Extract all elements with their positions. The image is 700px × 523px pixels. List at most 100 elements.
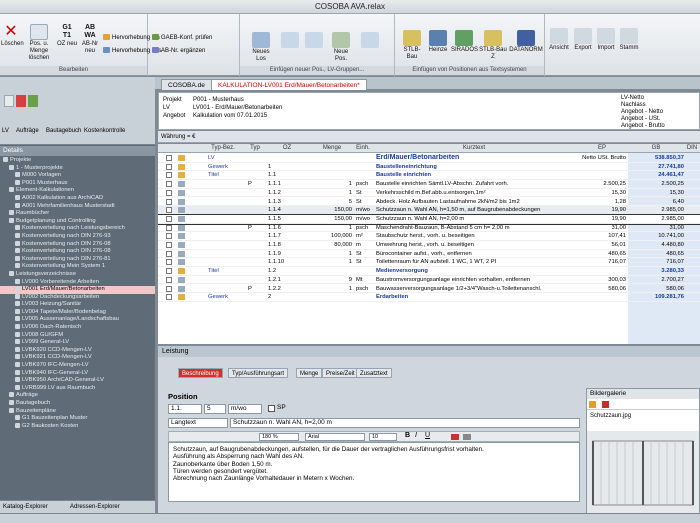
row-checkbox[interactable]	[166, 294, 172, 301]
table-row[interactable]: 1.1.9 1 St Bürocontainer aufst., vorh., ent…	[158, 250, 700, 259]
tree-node[interactable]: LVBK920 CCD-Mengen-LV	[0, 346, 155, 355]
tree-node[interactable]: LV000 Vorbereitende Arbeiten	[0, 278, 155, 287]
tree-node[interactable]: A002 Kalkulation aus ArchiCAD	[0, 194, 155, 203]
align-left-icon[interactable]	[451, 434, 459, 440]
row-checkbox[interactable]	[166, 198, 172, 205]
row-checkbox[interactable]	[166, 172, 172, 179]
einheit-field[interactable]: m/wo	[228, 404, 262, 414]
tree-node[interactable]: LV002 Dachdeckungsarbeiten	[0, 293, 155, 302]
langtext-select[interactable]: Langtext	[168, 418, 228, 428]
lp-icon-a[interactable]	[4, 95, 14, 107]
tree-node[interactable]: Kostenverteilung nach DIN 276-93	[0, 232, 155, 241]
tab-beschreibung[interactable]: Beschreibung	[178, 368, 223, 378]
col-oz[interactable]: OZ	[268, 144, 306, 153]
table-row[interactable]: 1.1.5 150,00 m/wo Schutzzaun n. Wahl AN, h=…	[158, 213, 700, 225]
stlb-button[interactable]: STLB-Bau	[399, 30, 425, 61]
import-menu[interactable]: Import	[596, 28, 616, 52]
tab-menge[interactable]: Menge	[296, 368, 323, 378]
row-checkbox[interactable]	[166, 285, 172, 292]
row-checkbox[interactable]	[166, 242, 172, 248]
tab-zusatztext[interactable]: Zusatztext	[356, 368, 392, 378]
table-row[interactable]: LV Erd/Mauer/Betonarbeiten Netto USt. Brut…	[158, 154, 700, 163]
oz2-field[interactable]: 5	[204, 404, 226, 414]
oz-field[interactable]: 1.1.	[168, 404, 202, 414]
row-checkbox[interactable]	[166, 155, 172, 161]
tree-node[interactable]: LV003 Heizung/Sanitär	[0, 301, 155, 309]
lp-icon-b[interactable]	[16, 95, 26, 107]
size-select[interactable]: 10	[369, 433, 397, 441]
tree-node[interactable]: Raumbücher	[0, 210, 155, 218]
table-row[interactable]: Gewerk 1 Baustelleneinrichtung 27.741,80	[158, 163, 700, 172]
table-row[interactable]: P 1.2.2 1 psch Bauwasserversorgungsanlage 1/…	[158, 285, 700, 294]
tree-node[interactable]: Aufträge	[0, 392, 155, 400]
tree-node[interactable]: LV008 GU/GFM	[0, 331, 155, 340]
font-select[interactable]: Arial	[305, 433, 365, 441]
tree-node[interactable]: M000 Vorlagen	[0, 172, 155, 180]
table-row[interactable]: P 1.1.1 1 psch Baustelle einrichten Sämtl.LV…	[158, 180, 700, 189]
col-ep[interactable]: EP	[578, 144, 626, 153]
table-row[interactable]: 1.1.2 1 St Verkehrsschild m.Bef.abb.u.entso…	[158, 189, 700, 198]
tree-node[interactable]: LVBK970 IFC-Mengen-LV	[0, 362, 155, 370]
col-typ[interactable]: Typ	[246, 144, 264, 153]
tree-node[interactable]: Kostenverteilung nach DIN 276-08	[0, 240, 155, 249]
col-kurztext[interactable]: Kurztext	[374, 144, 574, 153]
row-checkbox[interactable]	[166, 268, 172, 275]
kurztext-field[interactable]: Schutzzaun n. Wahl AN, h=2,00 m	[230, 418, 580, 428]
col-din[interactable]: DIN	[684, 144, 700, 153]
col-typbez[interactable]: Typ-Bez.	[208, 144, 238, 153]
row-checkbox[interactable]	[166, 233, 172, 240]
col-gb[interactable]: GB	[628, 144, 684, 153]
insert-icon-b[interactable]	[304, 32, 324, 49]
tree-node[interactable]: LV005 Aussenanlage/Landschaftsbau	[0, 316, 155, 324]
tree-node[interactable]: Element-Kalkulationen	[0, 187, 155, 195]
tree-node[interactable]: LVBK921 CCD-Mengen-LV	[0, 354, 155, 362]
langtext-editor[interactable]: Schutzzaun, auf Baugrubenabdeckungen, au…	[168, 442, 580, 502]
row-checkbox[interactable]	[166, 189, 172, 196]
insert-icon-c[interactable]	[360, 32, 380, 49]
row-checkbox[interactable]	[166, 163, 172, 170]
tab-preise[interactable]: Preise/Zeit	[322, 368, 359, 378]
lp-bautagebuch-button[interactable]: Bautagebuch	[46, 128, 81, 134]
lp-lv-button[interactable]: LV	[2, 128, 9, 134]
new-los-button[interactable]: Neues Los	[248, 32, 274, 63]
table-row[interactable]: 1.1.7 100,000 m² Staubschutz herst., vorh. …	[158, 232, 700, 241]
ab-complete-button[interactable]: AB-Nr. ergänzen	[152, 47, 205, 55]
tree-node[interactable]: Kostenverteilung nach Leistungsbereich	[0, 225, 155, 233]
gallery-file[interactable]: Schutzzaun.jpg	[587, 410, 699, 422]
underline-icon[interactable]: U	[425, 432, 430, 439]
heinze-button[interactable]: Heinze	[427, 30, 449, 54]
tree-node[interactable]: 1 - Musterprojekte	[0, 164, 155, 173]
tree-node[interactable]: Leistungsverzeichnisse	[0, 270, 155, 279]
table-row[interactable]: P 1.1.6 1 psch Maschendraht-Bauzaun, B-Absta…	[158, 224, 700, 233]
stamm-menu[interactable]: Stamm	[619, 28, 639, 52]
col-menge[interactable]: Menge	[310, 144, 354, 153]
tree-node[interactable]: LVBK940 IFC-General-LV	[0, 369, 155, 378]
gallery-add-icon[interactable]	[589, 401, 596, 408]
datanorm-button[interactable]: DATANORM	[509, 30, 543, 54]
insert-icon-a[interactable]	[280, 32, 300, 49]
tree-node[interactable]: Budgetplanung und Controlling	[0, 217, 155, 226]
zoom-select[interactable]: 180 %	[259, 433, 299, 441]
delete-button[interactable]: ✕ Löschen	[1, 24, 24, 48]
tree-node[interactable]: Kostenverteilung Mein System 1	[0, 263, 155, 271]
view-menu[interactable]: Ansicht	[549, 28, 569, 52]
align-center-icon[interactable]	[463, 434, 471, 440]
row-checkbox[interactable]	[166, 276, 172, 283]
lp-kostenkontrolle-button[interactable]: Kostenkontrolle	[84, 128, 125, 134]
tree-node[interactable]: Kostenverteilung nach DIN 276-81	[0, 255, 155, 264]
tree-node[interactable]: LVRB999 LV aus Raumbuch	[0, 384, 155, 393]
tree-node[interactable]: P001 Musterhaus	[0, 179, 155, 188]
table-row[interactable]: 1.1.8 80,000 m Umwehrung herst., vorh. u. b…	[158, 241, 700, 250]
tree-node[interactable]: LV004 Tapete/Maler/Bodenbelag	[0, 308, 155, 317]
bold-icon[interactable]: B	[405, 432, 410, 439]
ab-new-button[interactable]: AB WA AB-Nr neu	[80, 24, 100, 55]
sp-checkbox[interactable]	[268, 405, 275, 412]
delete-pos-button[interactable]: Pos. u. Menge löschen	[24, 24, 54, 62]
tree-node[interactable]: G1 Bauzeitenplan Muster	[0, 415, 155, 423]
row-checkbox[interactable]	[166, 215, 172, 222]
tree-node[interactable]: Bautagebuch	[0, 400, 155, 408]
sirados-button[interactable]: SIRADOS	[451, 30, 478, 54]
table-row[interactable]: Titel 1.2 Medienversorgung 3.280,33	[158, 267, 700, 276]
row-checkbox[interactable]	[166, 181, 172, 188]
row-checkbox[interactable]	[166, 259, 172, 266]
